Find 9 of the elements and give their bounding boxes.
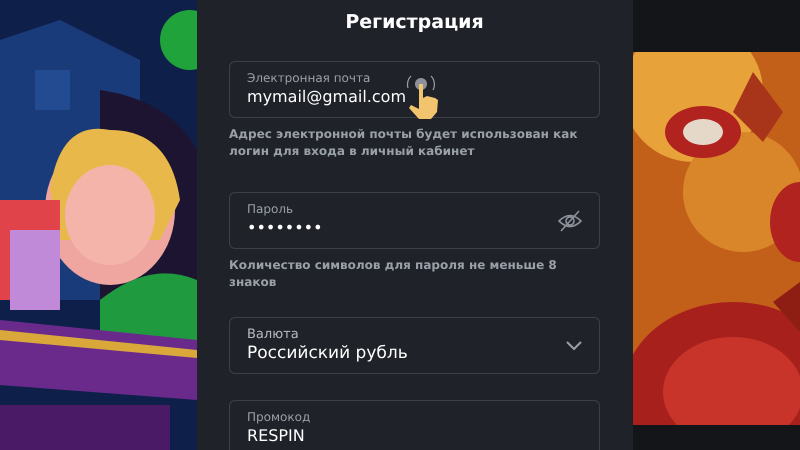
password-field[interactable]: Пароль •••••••• [229,192,600,249]
currency-select[interactable]: Валюта Российский рубль [229,317,600,374]
chevron-down-icon [566,340,582,350]
hint-text: Количество символов для пароля не меньше 8 знаков [229,257,558,291]
input-field[interactable]: Промокод RESPIN [229,400,600,450]
dialog-title: Регистрация [344,10,485,35]
eye-slash-icon[interactable] [558,210,582,232]
hint-text: Адрес электронной почты будет использован как логин для входа в личный кабинет [229,126,579,160]
input-field[interactable]: Электронная почта mymail@gmail.com [229,61,600,118]
